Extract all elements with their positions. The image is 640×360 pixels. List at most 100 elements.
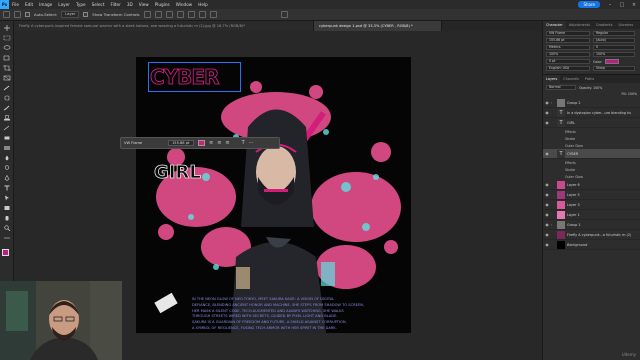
pen-tool-icon[interactable]: [3, 174, 11, 181]
warp-text-icon[interactable]: T: [242, 140, 245, 146]
visibility-eye-icon[interactable]: ◉: [543, 202, 551, 207]
visibility-eye-icon[interactable]: ◉: [543, 151, 551, 156]
layer-row[interactable]: ◉ Background: [543, 240, 640, 250]
foreground-color-swatch[interactable]: [2, 249, 9, 256]
menu-edit[interactable]: Edit: [22, 0, 36, 9]
menu-layer[interactable]: Layer: [55, 0, 73, 9]
menu-view[interactable]: View: [136, 0, 152, 9]
clone-stamp-icon[interactable]: [3, 115, 11, 121]
visibility-eye-icon[interactable]: ◉: [543, 222, 551, 227]
align-left-icon[interactable]: ≡: [209, 140, 213, 146]
font-family-dropdown[interactable]: VW Flame: [546, 31, 590, 36]
chevron-right-icon[interactable]: ›: [551, 101, 555, 105]
visibility-eye-icon[interactable]: ◉: [543, 100, 551, 105]
kerning-field[interactable]: Metrics: [546, 45, 590, 50]
menu-file[interactable]: File: [9, 0, 22, 9]
move-tool-icon[interactable]: [3, 25, 11, 31]
visibility-eye-icon[interactable]: ◉: [543, 182, 551, 187]
gradient-tool-icon[interactable]: [3, 145, 11, 151]
object-select-icon[interactable]: [3, 55, 11, 61]
menu-plugins[interactable]: Plugins: [152, 0, 173, 9]
ctx-size-field[interactable]: 155.86 pt: [168, 140, 194, 146]
horizontal-scale-field[interactable]: 100%: [593, 52, 635, 57]
show-transform-checkbox[interactable]: [83, 12, 89, 17]
menu-help[interactable]: Help: [195, 0, 211, 9]
eyedropper-tool-icon[interactable]: [3, 85, 11, 91]
minimize-icon[interactable]: –: [604, 2, 616, 8]
opacity-field[interactable]: Opacity: 100%: [579, 86, 602, 90]
spot-healing-icon[interactable]: [3, 95, 11, 101]
tab-channels[interactable]: Channels: [560, 75, 582, 83]
layer-effect-row[interactable]: Stroke: [543, 135, 640, 142]
align-right-icon[interactable]: ≡: [225, 140, 229, 146]
lasso-tool-icon[interactable]: [3, 45, 11, 51]
fill-field[interactable]: Fill: 100%: [622, 92, 637, 96]
blend-mode-dropdown[interactable]: Normal: [546, 85, 576, 90]
auto-select-checkbox[interactable]: [25, 12, 30, 17]
align-top-icon[interactable]: [176, 11, 184, 18]
type-tool-icon[interactable]: [3, 185, 11, 191]
menu-select[interactable]: Select: [89, 0, 108, 9]
vertical-scale-field[interactable]: 100%: [546, 52, 590, 57]
marquee-tool-icon[interactable]: [3, 35, 11, 41]
move-tool-icon[interactable]: [14, 11, 21, 18]
layer-row[interactable]: ◉ Layer 1: [543, 210, 640, 220]
hand-tool-icon[interactable]: [3, 215, 11, 221]
visibility-eye-icon[interactable]: ◉: [543, 242, 551, 247]
layer-row[interactable]: ◉ › Group 1: [543, 220, 640, 230]
shape-tool-icon[interactable]: [3, 205, 11, 211]
anti-alias-dropdown[interactable]: Sharp: [593, 66, 635, 71]
visibility-eye-icon[interactable]: ◉: [543, 212, 551, 217]
artboard[interactable]: CYBER GIRL IN THE NEON GLOW OF NEO-TOKYO…: [136, 57, 411, 333]
layer-row[interactable]: ◉ Layer 6: [543, 180, 640, 190]
maximize-icon[interactable]: □: [616, 2, 628, 8]
align-right-icon[interactable]: [165, 11, 173, 18]
layer-row[interactable]: ◉ Layer 3: [543, 200, 640, 210]
tab-cyberpunk-design[interactable]: cyberpunk design 1.psd @ 33.3% (CYBER , …: [314, 21, 442, 31]
layer-effect-row[interactable]: Effects: [543, 128, 640, 135]
ctx-font-dropdown[interactable]: VW Flame: [124, 141, 164, 145]
layer-effect-row[interactable]: Outer Glow: [543, 142, 640, 149]
menu-window[interactable]: Window: [173, 0, 196, 9]
distribute-icon[interactable]: [198, 11, 206, 18]
align-left-icon[interactable]: [143, 11, 151, 18]
dodge-tool-icon[interactable]: [3, 165, 11, 171]
more-options-icon[interactable]: [209, 11, 217, 18]
menu-3d[interactable]: 3D: [124, 0, 136, 9]
layer-row[interactable]: ◉ T GIRL: [543, 118, 640, 128]
history-brush-icon[interactable]: [3, 125, 11, 131]
blur-tool-icon[interactable]: [3, 155, 11, 161]
path-select-icon[interactable]: [3, 195, 11, 201]
layer-row[interactable]: ◉ T In a dystopian cyber...ure blending …: [543, 108, 640, 118]
share-button[interactable]: Share: [578, 1, 600, 8]
text-color-swatch[interactable]: [605, 59, 620, 64]
tab-gradients[interactable]: Gradients: [593, 21, 616, 29]
close-icon[interactable]: ×: [628, 2, 640, 8]
visibility-eye-icon[interactable]: ◉: [543, 192, 551, 197]
layer-effect-row[interactable]: Effects: [543, 159, 640, 166]
tracking-field[interactable]: 0: [593, 45, 635, 50]
visibility-eye-icon[interactable]: ◉: [543, 110, 551, 115]
chevron-right-icon[interactable]: ›: [551, 223, 555, 227]
brush-tool-icon[interactable]: [3, 105, 11, 111]
zoom-tool-icon[interactable]: [3, 225, 11, 232]
language-dropdown[interactable]: English: USA: [546, 66, 590, 71]
layer-row-selected[interactable]: ◉ T CYBER: [543, 149, 640, 159]
menu-image[interactable]: Image: [36, 0, 55, 9]
tab-paths[interactable]: Paths: [582, 75, 597, 83]
settings-gear-icon[interactable]: [280, 11, 288, 18]
visibility-eye-icon[interactable]: ◉: [543, 120, 551, 125]
layer-row[interactable]: ◉ › Group 2: [543, 98, 640, 108]
home-icon[interactable]: [3, 11, 10, 18]
more-tools-icon[interactable]: [3, 235, 11, 241]
align-middle-icon[interactable]: [187, 11, 195, 18]
leading-field[interactable]: (Auto): [593, 38, 635, 43]
paragraph-text-block[interactable]: IN THE NEON GLOW OF NEO-TOKYO, MEET SAKU…: [192, 297, 402, 332]
visibility-eye-icon[interactable]: ◉: [543, 232, 551, 237]
layer-effect-row[interactable]: Stroke: [543, 166, 640, 173]
frame-tool-icon[interactable]: [3, 75, 11, 81]
align-center-icon[interactable]: [154, 11, 162, 18]
align-center-icon[interactable]: ≡: [217, 140, 221, 146]
font-style-dropdown[interactable]: Regular: [593, 31, 635, 36]
menu-filter[interactable]: Filter: [107, 0, 123, 9]
